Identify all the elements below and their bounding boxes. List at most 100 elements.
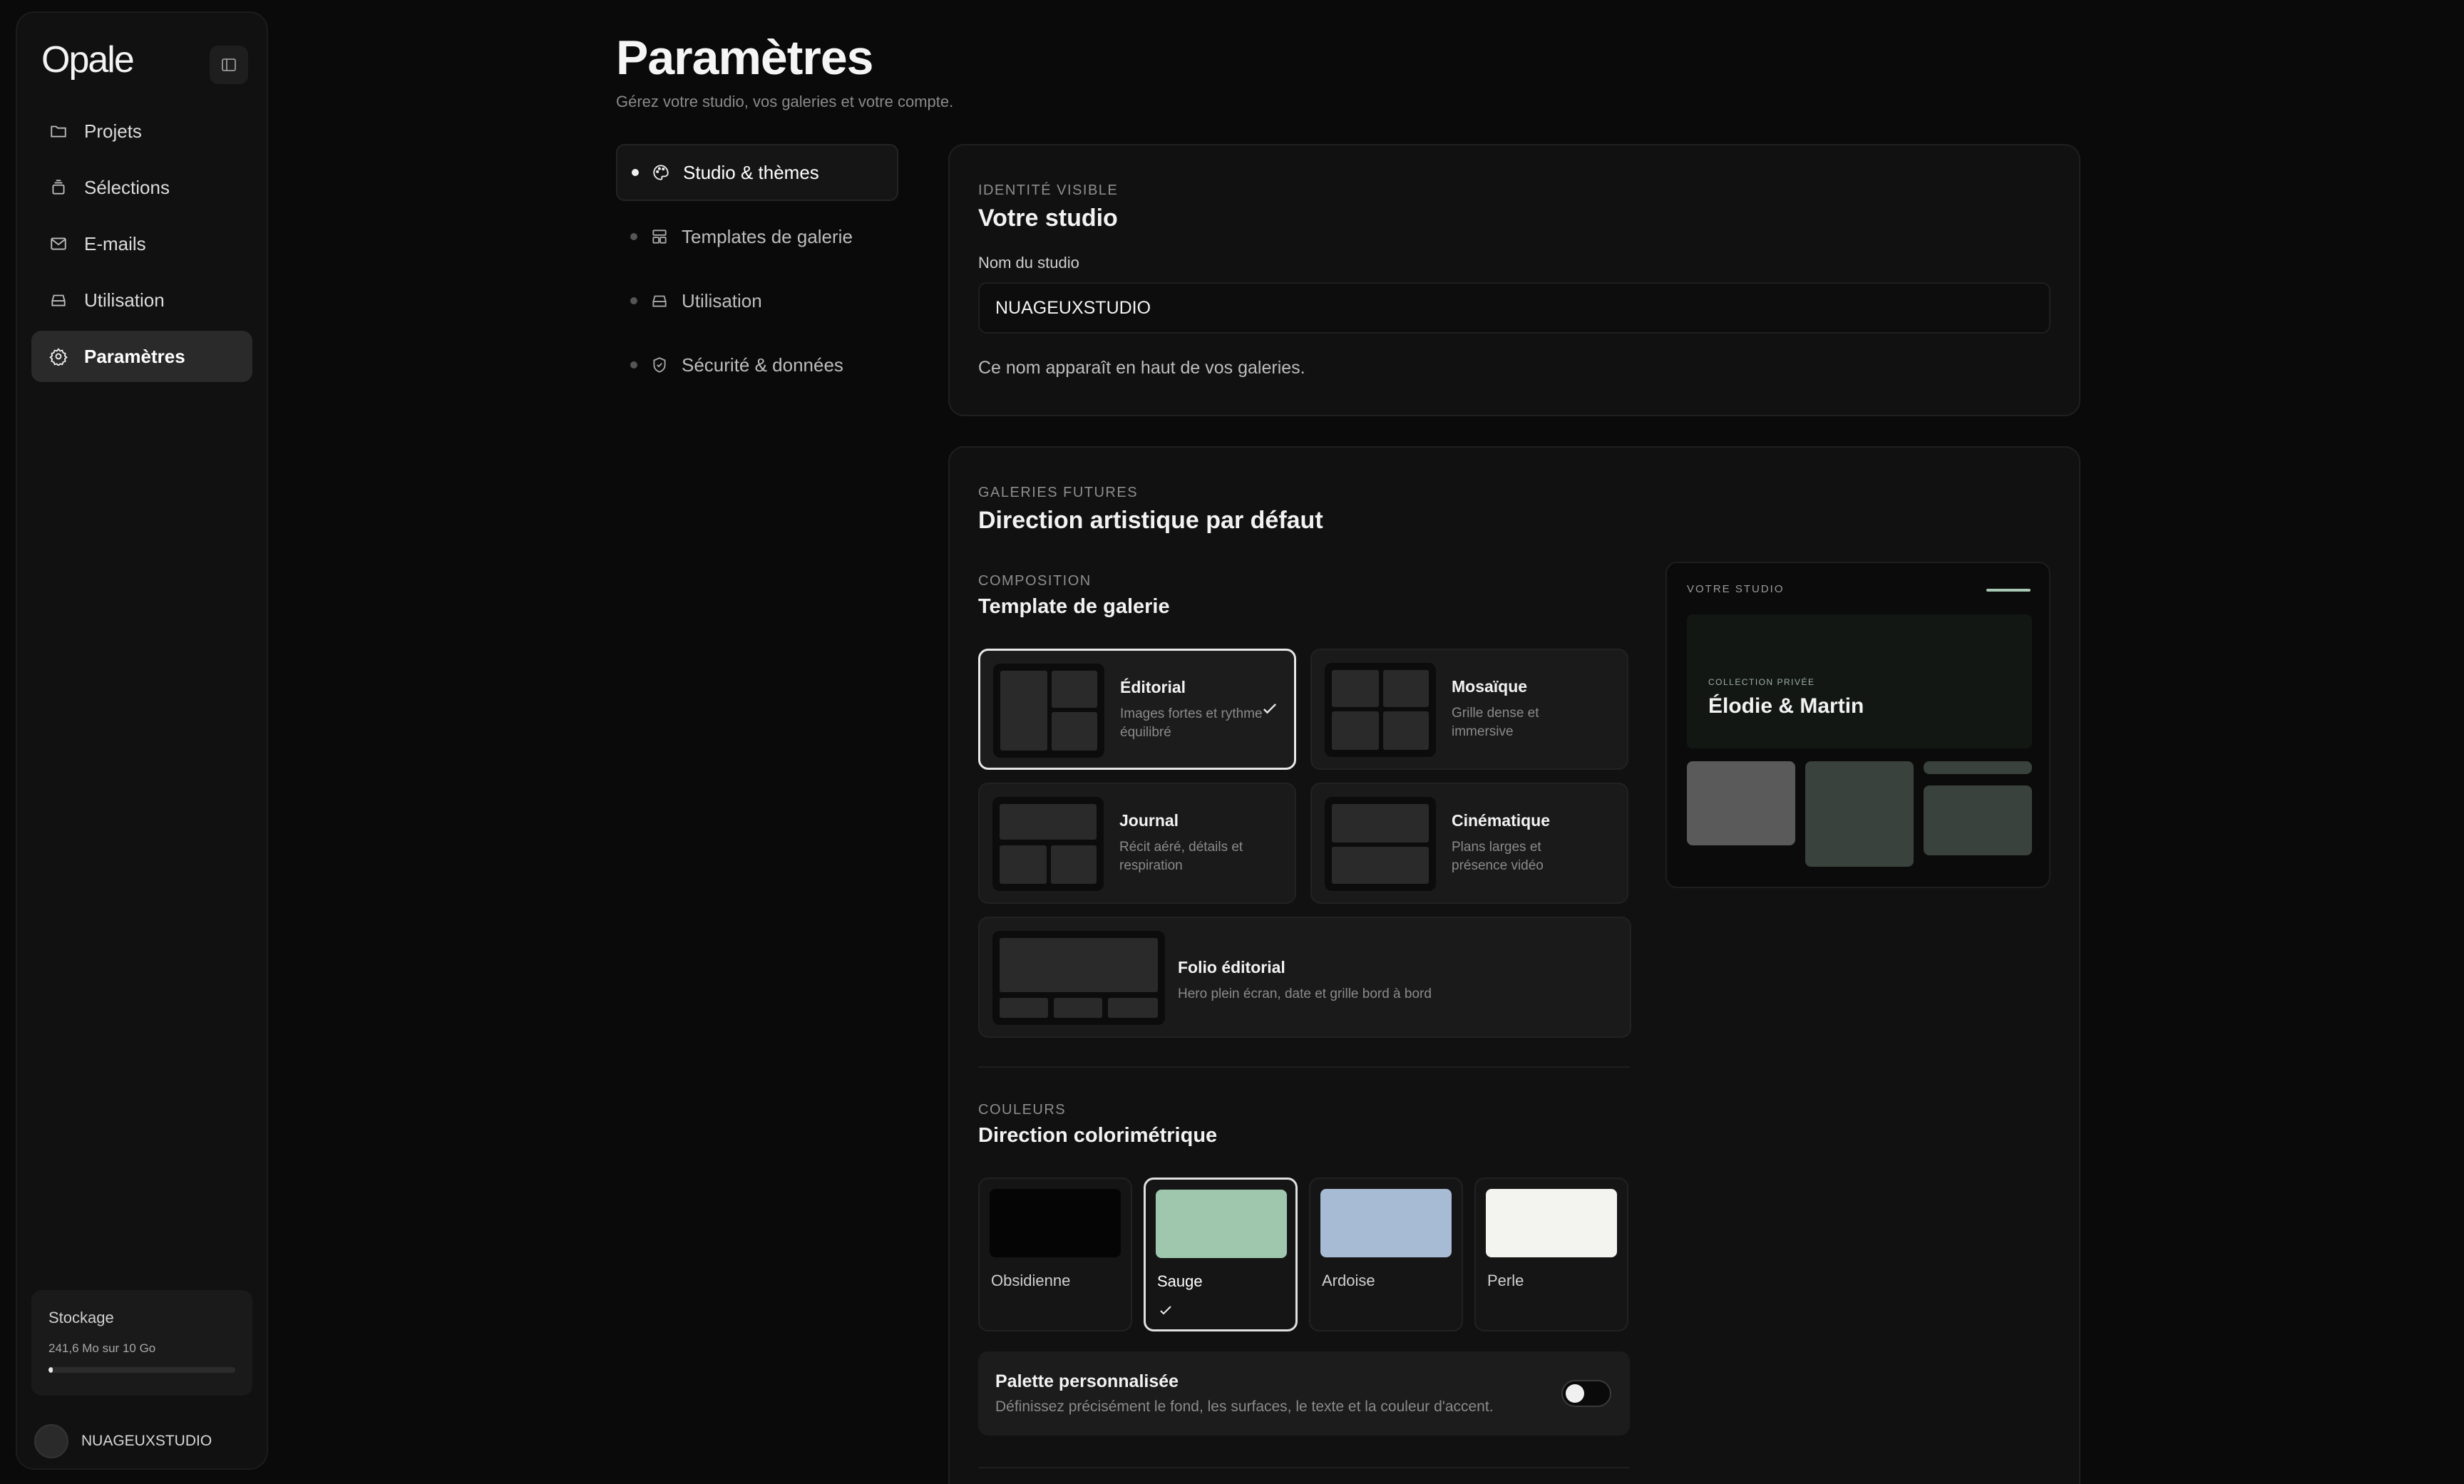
preview-accent-line: [1986, 589, 2031, 592]
template-name: Cinématique: [1452, 811, 1551, 830]
main-nav: Projets Sélections E-mails Utilisation P…: [31, 105, 252, 387]
subnav-label: Studio & thèmes: [683, 161, 819, 183]
nav-label: Utilisation: [84, 289, 165, 311]
template-option-journal[interactable]: Journal Récit aéré, détails et respirati…: [978, 783, 1296, 904]
user-name: NUAGEUXSTUDIO: [81, 1433, 212, 1449]
color-option-ardoise[interactable]: Ardoise: [1309, 1178, 1463, 1331]
color-option-perle[interactable]: Perle: [1474, 1178, 1628, 1331]
subnav-item-studio-themes[interactable]: Studio & thèmes: [616, 144, 898, 201]
color-swatch: [1156, 1190, 1287, 1258]
preview-collection-label: COLLECTION PRIVÉE: [1708, 677, 1815, 687]
template-thumbnail: [1325, 797, 1436, 891]
template-thumbnail: [992, 931, 1165, 1025]
nav-item-utilisation[interactable]: Utilisation: [31, 274, 252, 326]
color-swatch: [1486, 1189, 1617, 1257]
check-icon: [1160, 1306, 1171, 1315]
preview-image-block: [1924, 761, 2032, 774]
section-title: Votre studio: [978, 205, 1118, 232]
drive-icon: [652, 295, 667, 307]
storage-progress-fill: [48, 1367, 53, 1373]
composition-eyebrow: COMPOSITION: [978, 573, 1092, 589]
layout-icon: [652, 230, 667, 244]
section-divider: [978, 1066, 1630, 1068]
custom-palette-toggle[interactable]: [1561, 1380, 1611, 1407]
nav-item-projets[interactable]: Projets: [31, 105, 252, 157]
folder-icon: [48, 121, 68, 141]
custom-palette-description: Définissez précisément le fond, les surf…: [995, 1398, 1494, 1415]
bullet-dot: [630, 233, 637, 240]
nav-label: Sélections: [84, 176, 170, 198]
subnav-label: Utilisation: [682, 289, 762, 311]
studio-name-help: Ce nom apparaît en haut de vos galeries.: [978, 358, 1305, 378]
section-eyebrow: GALERIES FUTURES: [978, 485, 1139, 500]
section-title: Direction artistique par défaut: [978, 507, 1323, 534]
template-option-editorial[interactable]: Éditorial Images fortes et rythme équili…: [978, 649, 1296, 770]
color-swatch: [1320, 1189, 1452, 1257]
nav-label: E-mails: [84, 232, 146, 254]
subnav-item-utilisation[interactable]: Utilisation: [616, 272, 898, 329]
avatar: [34, 1424, 68, 1458]
template-name: Mosaïque: [1452, 677, 1528, 696]
studio-identity-card: IDENTITÉ VISIBLE Votre studio Nom du stu…: [948, 144, 2080, 416]
preview-hero: COLLECTION PRIVÉE Élodie & Martin: [1687, 614, 2032, 748]
preview-studio-name: VOTRE STUDIO: [1687, 583, 1785, 595]
template-name: Journal: [1119, 811, 1179, 830]
template-option-mosaique[interactable]: Mosaïque Grille dense et immersive: [1310, 649, 1628, 770]
section-eyebrow: IDENTITÉ VISIBLE: [978, 182, 1119, 198]
studio-name-input[interactable]: NUAGEUXSTUDIO: [978, 282, 2050, 334]
app-logo[interactable]: Opale: [41, 38, 135, 81]
bullet-dot: [632, 169, 639, 176]
template-option-cinematique[interactable]: Cinématique Plans larges et présence vid…: [1310, 783, 1628, 904]
color-name: Perle: [1487, 1272, 1524, 1289]
nav-item-parametres[interactable]: Paramètres: [31, 331, 252, 382]
bullet-dot: [630, 297, 637, 304]
color-option-sauge[interactable]: Sauge: [1144, 1178, 1298, 1331]
section-divider: [978, 1467, 1630, 1468]
nav-label: Projets: [84, 120, 142, 142]
subnav-label: Sécurité & données: [682, 354, 843, 376]
page-subtitle: Gérez votre studio, vos galeries et votr…: [616, 93, 954, 110]
template-thumbnail: [1325, 663, 1436, 757]
subnav-item-securite[interactable]: Sécurité & données: [616, 336, 898, 393]
nav-label: Paramètres: [84, 345, 185, 367]
collapse-sidebar-button[interactable]: [210, 46, 248, 84]
preview-image-block: [1687, 761, 1795, 845]
page-title: Paramètres: [616, 31, 873, 85]
settings-subnav: Studio & thèmes Templates de galerie Uti…: [616, 144, 898, 401]
subnav-label: Templates de galerie: [682, 225, 853, 247]
template-description: Plans larges et présence vidéo: [1452, 840, 1544, 873]
drive-icon: [48, 290, 68, 310]
default-art-direction-card: GALERIES FUTURES Direction artistique pa…: [948, 446, 2080, 1484]
bullet-dot: [630, 361, 637, 369]
sidebar: Opale Projets Sélections E-mails Utilisa…: [16, 11, 268, 1470]
subnav-item-templates[interactable]: Templates de galerie: [616, 208, 898, 265]
nav-item-emails[interactable]: E-mails: [31, 218, 252, 269]
studio-name-label: Nom du studio: [978, 254, 1079, 272]
nav-item-selections[interactable]: Sélections: [31, 162, 252, 213]
preview-gallery-title: Élodie & Martin: [1708, 694, 1864, 718]
check-icon: [1263, 704, 1276, 714]
gallery-preview: VOTRE STUDIO COLLECTION PRIVÉE Élodie & …: [1665, 562, 2050, 888]
color-option-obsidienne[interactable]: Obsidienne: [978, 1178, 1132, 1331]
template-thumbnail: [992, 797, 1104, 891]
colors-title: Direction colorimétrique: [978, 1124, 1218, 1147]
mail-icon: [48, 234, 68, 254]
palette-icon: [653, 165, 669, 180]
template-name: Folio éditorial: [1178, 958, 1285, 977]
gear-icon: [48, 346, 68, 366]
storage-title: Stockage: [48, 1309, 114, 1326]
template-thumbnail: [993, 664, 1104, 758]
color-name: Obsidienne: [991, 1272, 1071, 1289]
template-name: Éditorial: [1120, 678, 1186, 696]
colors-eyebrow: COULEURS: [978, 1102, 1067, 1118]
template-option-folio-editorial[interactable]: Folio éditorial Hero plein écran, date e…: [978, 917, 1631, 1038]
custom-palette-row: Palette personnalisée Définissez précisé…: [978, 1351, 1630, 1436]
composition-title: Template de galerie: [978, 595, 1170, 618]
storage-usage-text: 241,6 Mo sur 10 Go: [48, 1341, 156, 1355]
user-profile[interactable]: NUAGEUXSTUDIO: [34, 1424, 212, 1458]
template-description: Images fortes et rythme équilibré: [1120, 706, 1263, 740]
storage-progress-bar: [48, 1367, 235, 1373]
custom-palette-title: Palette personnalisée: [995, 1371, 1179, 1391]
color-swatch: [990, 1189, 1121, 1257]
storage-widget: Stockage 241,6 Mo sur 10 Go: [31, 1290, 252, 1396]
